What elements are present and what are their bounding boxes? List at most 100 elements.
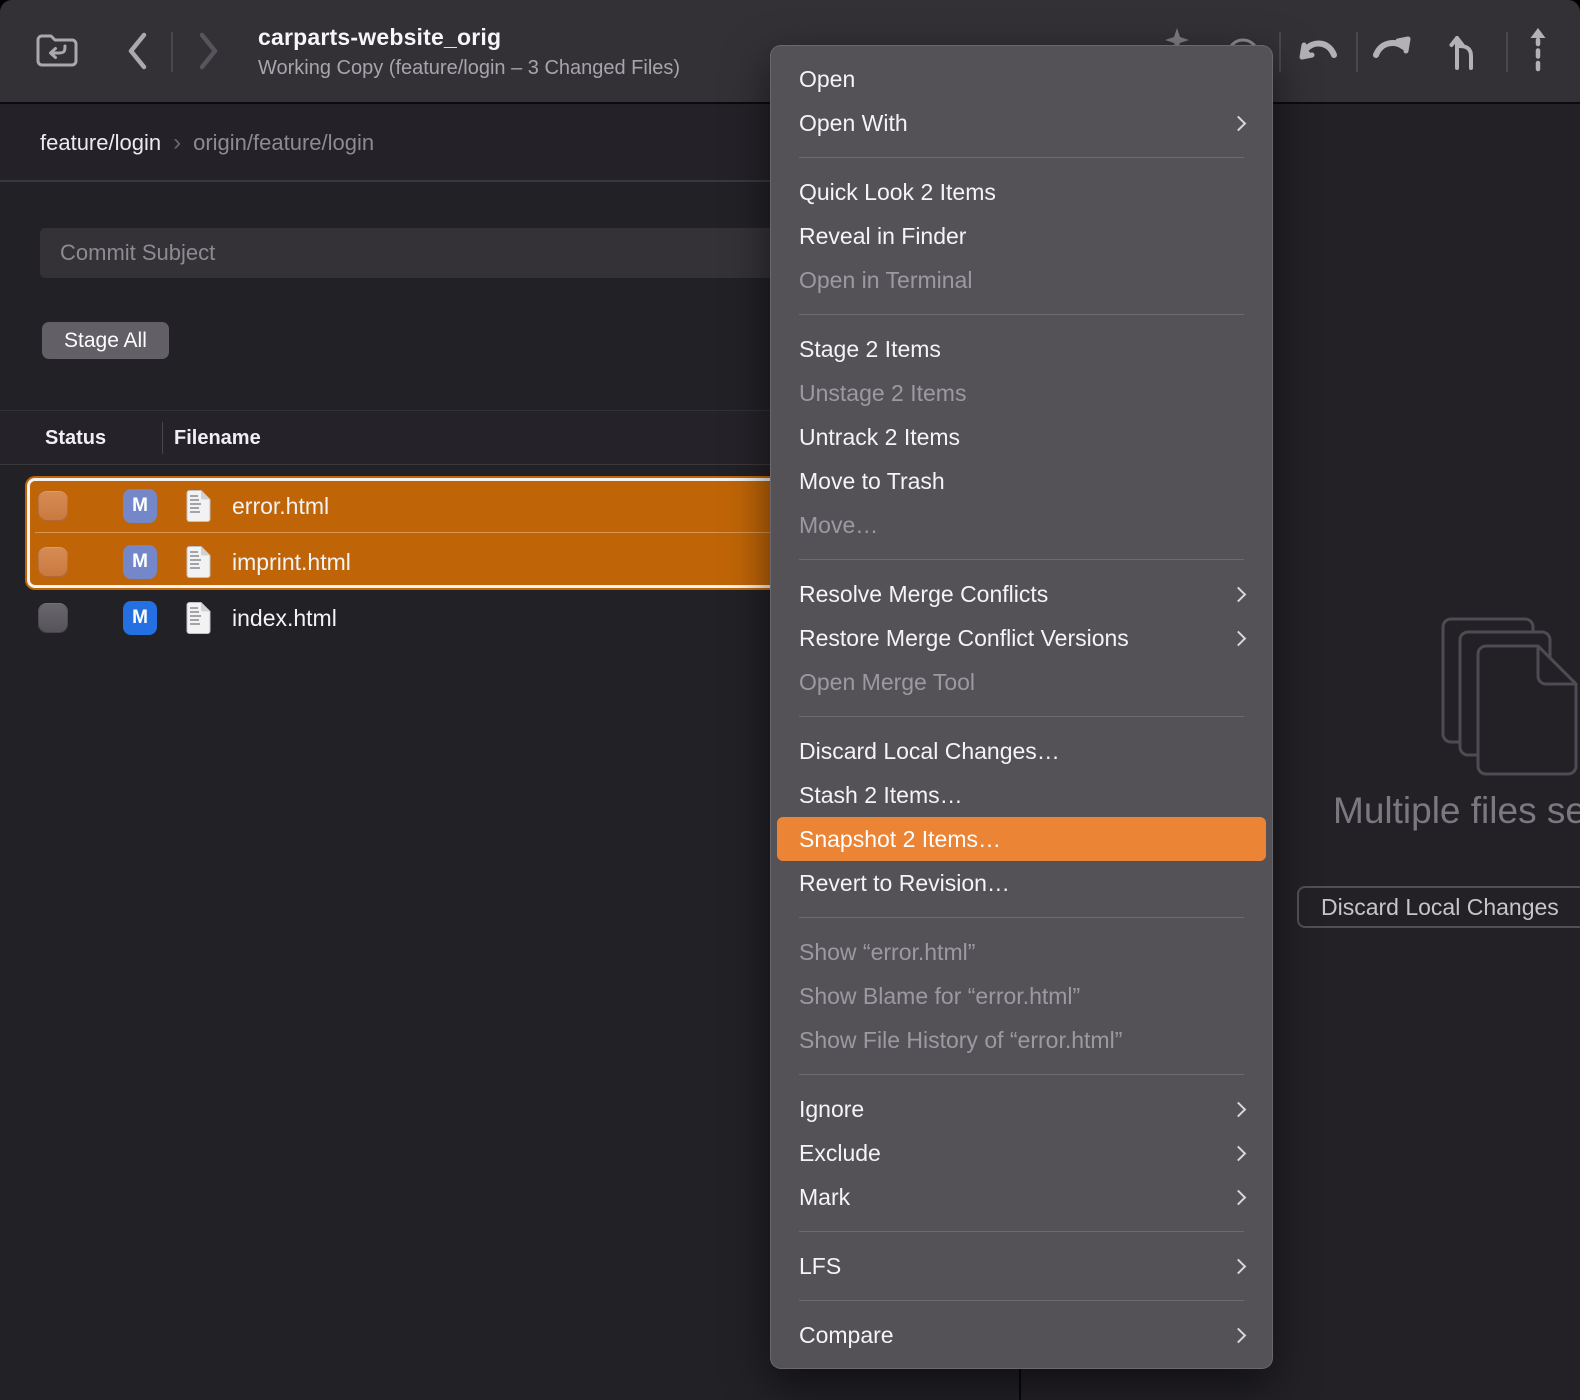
repositories-icon <box>34 30 80 75</box>
push-icon <box>1370 29 1414 72</box>
menu-item-restore-merge-conflict-versions[interactable]: Restore Merge Conflict Versions <box>777 616 1266 660</box>
menu-separator <box>799 917 1244 918</box>
stage-checkbox[interactable] <box>38 547 68 577</box>
multiple-files-message: Multiple files selected <box>1333 790 1580 832</box>
repositories-button[interactable] <box>34 32 80 72</box>
column-header-filename[interactable]: Filename <box>174 411 261 465</box>
menu-separator <box>799 1300 1244 1301</box>
breadcrumb-upstream[interactable]: origin/feature/login <box>193 130 374 156</box>
menu-item-untrack-2-items[interactable]: Untrack 2 Items <box>777 415 1266 459</box>
pull-button[interactable] <box>1294 32 1342 72</box>
stage-checkbox[interactable] <box>38 603 68 633</box>
file-document-icon <box>185 545 212 579</box>
forward-chevron-icon <box>197 32 219 75</box>
menu-item-quick-look-2-items[interactable]: Quick Look 2 Items <box>777 170 1266 214</box>
menu-item-label: Resolve Merge Conflicts <box>799 581 1048 608</box>
modified-status-badge: M <box>123 601 157 635</box>
modified-status-badge: M <box>123 489 157 523</box>
menu-item-lfs[interactable]: LFS <box>777 1244 1266 1288</box>
menu-item-label: Mark <box>799 1184 850 1211</box>
menu-item-open[interactable]: Open <box>777 57 1266 101</box>
menu-separator <box>799 559 1244 560</box>
menu-item-revert-to-revision[interactable]: Revert to Revision… <box>777 861 1266 905</box>
menu-item-label: Quick Look 2 Items <box>799 179 996 206</box>
merge-button[interactable] <box>1448 28 1480 74</box>
menu-item-label: Restore Merge Conflict Versions <box>799 625 1129 652</box>
fetch-icon <box>1523 26 1553 77</box>
menu-item-move-to-trash[interactable]: Move to Trash <box>777 459 1266 503</box>
menu-item-resolve-merge-conflicts[interactable]: Resolve Merge Conflicts <box>777 572 1266 616</box>
multiple-files-icon <box>1440 616 1580 791</box>
submenu-chevron-icon <box>1231 115 1247 131</box>
stage-all-button[interactable]: Stage All <box>42 322 169 359</box>
submenu-chevron-icon <box>1231 1189 1247 1205</box>
menu-item-label: Compare <box>799 1322 894 1349</box>
menu-item-label: Open <box>799 66 855 93</box>
submenu-chevron-icon <box>1231 1258 1247 1274</box>
menu-item-label: Ignore <box>799 1096 864 1123</box>
menu-item-label: Open With <box>799 110 908 137</box>
filename-label: index.html <box>232 605 337 632</box>
back-button[interactable] <box>124 33 152 73</box>
menu-item-label: Open Merge Tool <box>799 669 975 696</box>
file-document-icon <box>185 601 212 635</box>
menu-separator <box>799 1231 1244 1232</box>
menu-item-label: Show Blame for “error.html” <box>799 983 1080 1010</box>
submenu-chevron-icon <box>1231 586 1247 602</box>
toolbar-separator <box>1506 32 1508 72</box>
merge-icon <box>1449 26 1479 77</box>
submenu-chevron-icon <box>1231 630 1247 646</box>
repo-title: carparts-website_orig <box>258 24 680 51</box>
window-title-block: carparts-website_orig Working Copy (feat… <box>258 24 680 80</box>
breadcrumb-chevron-icon: › <box>173 129 181 157</box>
menu-item-label: LFS <box>799 1253 841 1280</box>
menu-item-label: Unstage 2 Items <box>799 380 966 407</box>
app-window: carparts-website_orig Working Copy (feat… <box>0 0 1580 1400</box>
menu-item-label: Discard Local Changes… <box>799 738 1060 765</box>
menu-item-label: Move to Trash <box>799 468 945 495</box>
menu-item-show-file-history-of-error-html: Show File History of “error.html” <box>777 1018 1266 1062</box>
fetch-button[interactable] <box>1520 28 1556 74</box>
menu-separator <box>799 1074 1244 1075</box>
stage-checkbox[interactable] <box>38 491 68 521</box>
menu-item-label: Open in Terminal <box>799 267 972 294</box>
menu-separator <box>799 716 1244 717</box>
menu-item-label: Stash 2 Items… <box>799 782 963 809</box>
column-header-status[interactable]: Status <box>45 411 106 465</box>
menu-item-unstage-2-items: Unstage 2 Items <box>777 371 1266 415</box>
menu-item-reveal-in-finder[interactable]: Reveal in Finder <box>777 214 1266 258</box>
submenu-chevron-icon <box>1231 1145 1247 1161</box>
menu-item-show-error-html: Show “error.html” <box>777 930 1266 974</box>
discard-local-changes-button[interactable]: Discard Local Changes <box>1297 886 1580 928</box>
menu-item-exclude[interactable]: Exclude <box>777 1131 1266 1175</box>
menu-item-discard-local-changes[interactable]: Discard Local Changes… <box>777 729 1266 773</box>
menu-item-label: Snapshot 2 Items… <box>799 826 1001 853</box>
menu-item-label: Show “error.html” <box>799 939 975 966</box>
modified-status-badge: M <box>123 545 157 579</box>
column-divider[interactable] <box>162 422 163 454</box>
submenu-chevron-icon <box>1231 1327 1247 1343</box>
menu-separator <box>799 157 1244 158</box>
menu-item-compare[interactable]: Compare <box>777 1313 1266 1357</box>
menu-item-label: Exclude <box>799 1140 881 1167</box>
menu-item-label: Show File History of “error.html” <box>799 1027 1122 1054</box>
menu-item-open-in-terminal: Open in Terminal <box>777 258 1266 302</box>
menu-item-label: Move… <box>799 512 878 539</box>
filename-label: imprint.html <box>232 549 351 576</box>
menu-item-ignore[interactable]: Ignore <box>777 1087 1266 1131</box>
menu-item-snapshot-2-items[interactable]: Snapshot 2 Items… <box>777 817 1266 861</box>
forward-button[interactable] <box>194 33 222 73</box>
menu-item-stash-2-items[interactable]: Stash 2 Items… <box>777 773 1266 817</box>
menu-item-open-with[interactable]: Open With <box>777 101 1266 145</box>
menu-item-open-merge-tool: Open Merge Tool <box>777 660 1266 704</box>
toolbar-separator <box>1279 32 1281 72</box>
toolbar-separator <box>1356 32 1358 72</box>
menu-item-label: Untrack 2 Items <box>799 424 960 451</box>
breadcrumb-branch[interactable]: feature/login <box>40 130 161 156</box>
menu-item-mark[interactable]: Mark <box>777 1175 1266 1219</box>
toolbar-separator <box>171 32 173 72</box>
push-button[interactable] <box>1368 30 1416 70</box>
menu-item-stage-2-items[interactable]: Stage 2 Items <box>777 327 1266 371</box>
menu-separator <box>799 314 1244 315</box>
menu-item-move: Move… <box>777 503 1266 547</box>
